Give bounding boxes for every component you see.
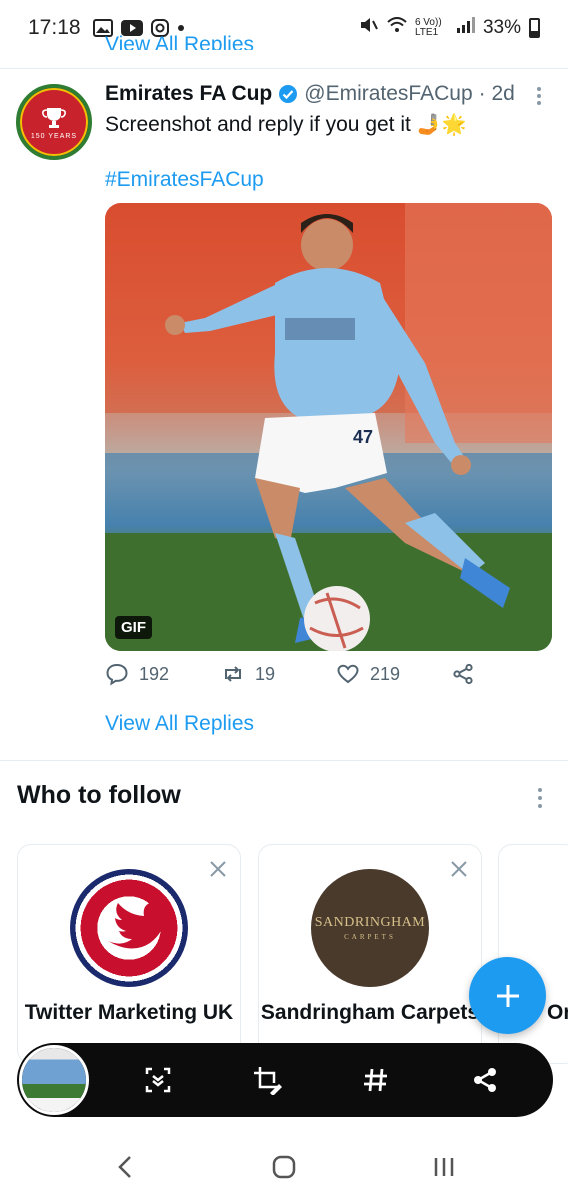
toolbar-share-icon[interactable]: [467, 1062, 503, 1098]
wifi-icon: [387, 17, 407, 39]
sandringham-logo-line2: CARPETS: [344, 933, 396, 941]
dismiss-card-icon[interactable]: [208, 859, 228, 879]
tweet-time: · 2d: [478, 82, 515, 105]
heart-icon: [337, 664, 359, 684]
tweet-emoji: 🤳🌟: [416, 114, 467, 136]
signal-icon: [456, 17, 475, 39]
crop-edit-icon[interactable]: [249, 1062, 285, 1098]
follow-card-twitter-marketing[interactable]: Twitter Marketing UK: [17, 844, 241, 1064]
screenshot-toolbar: [17, 1043, 553, 1117]
dismiss-card-icon[interactable]: [449, 859, 469, 879]
sandringham-logo-line1: SANDRINGHAM: [314, 915, 426, 930]
avatar-caption: 150 YEARS: [30, 132, 78, 140]
author-handle[interactable]: @EmiratesFACup: [304, 82, 472, 106]
previous-view-replies-link[interactable]: View All Replies: [105, 28, 254, 50]
tweet-text-row: Screenshot and reply if you get it 🤳🌟: [105, 112, 467, 137]
who-to-follow-more-icon[interactable]: [536, 787, 544, 814]
retweet-action[interactable]: 19: [221, 662, 275, 686]
reply-count: 192: [139, 663, 170, 684]
reply-icon: [106, 663, 128, 686]
twitter-marketing-avatar[interactable]: [70, 869, 188, 987]
sandringham-avatar[interactable]: SANDRINGHAM CARPETS: [311, 869, 429, 987]
scroll-capture-icon[interactable]: [140, 1062, 176, 1098]
retweet-count: 19: [255, 663, 276, 684]
share-icon: [453, 663, 473, 685]
gif-badge: GIF: [115, 616, 152, 639]
back-icon[interactable]: [110, 1152, 140, 1182]
home-icon[interactable]: [269, 1152, 299, 1182]
tweet-header: Emirates FA Cup @EmiratesFACup · 2d: [105, 82, 555, 106]
status-right-group: 6 Vo)) LTE1 33%: [359, 16, 540, 40]
player-number: 47: [353, 427, 373, 447]
divider: [0, 68, 568, 69]
retweet-icon: [225, 666, 241, 682]
battery-percent: 33%: [482, 17, 521, 38]
tweet-more-icon[interactable]: [530, 84, 548, 108]
share-tweet-action[interactable]: [451, 662, 475, 686]
author-name[interactable]: Emirates FA Cup: [105, 82, 272, 106]
compose-tweet-button[interactable]: [469, 957, 546, 1034]
follow-card-sandringham[interactable]: SANDRINGHAM CARPETS Sandringham Carpets: [258, 844, 482, 1064]
plus-icon: [496, 984, 519, 1007]
fa-cup-avatar[interactable]: 150 YEARS: [16, 84, 92, 160]
like-count: 219: [370, 663, 401, 684]
tweet-gif-media[interactable]: 47: [105, 203, 552, 651]
fa-cup-trophy-icon: [42, 107, 66, 128]
system-nav-bar: [0, 1130, 568, 1200]
twitter-bird-icon: [108, 901, 170, 949]
tweet-hashtag-link[interactable]: #EmiratesFACup: [105, 168, 264, 192]
view-all-replies-link[interactable]: View All Replies: [105, 712, 254, 736]
card-name[interactable]: Twitter Marketing UK: [18, 999, 240, 1027]
status-bar: 17:18 6 Vo)) LTE1 33%: [0, 0, 568, 56]
status-time: 17:18: [28, 16, 81, 39]
footballer-illustration: 47: [105, 203, 552, 651]
divider: [0, 760, 568, 761]
hashtag-icon[interactable]: [358, 1062, 394, 1098]
screenshot-thumbnail[interactable]: [19, 1045, 89, 1115]
tweet-actions: 192 19 219: [105, 662, 552, 694]
battery-icon: [529, 18, 540, 38]
verified-badge-icon: [279, 85, 298, 103]
like-action[interactable]: 219: [336, 662, 400, 686]
network-label: 6 Vo)) LTE1: [414, 17, 442, 38]
mute-icon: [359, 16, 379, 40]
tweet-text: Screenshot and reply if you get it: [105, 112, 411, 136]
recents-icon[interactable]: [429, 1152, 459, 1182]
who-to-follow-title: Who to follow: [17, 781, 181, 809]
reply-action[interactable]: 192: [105, 662, 169, 686]
card-name[interactable]: Sandringham Carpets: [259, 999, 481, 1027]
